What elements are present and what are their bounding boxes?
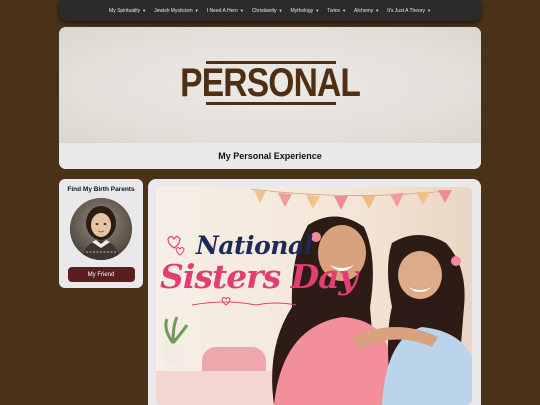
main-card: National Sisters Day (148, 179, 481, 405)
sisters-day-illustration (156, 187, 472, 405)
sidebar-heading: Find My Birth Parents (67, 186, 135, 193)
featured-image[interactable]: National Sisters Day (156, 187, 472, 405)
nav-item-its-just-a-theory[interactable]: It's Just A Theory ▼ (387, 8, 431, 14)
nav-item-alchemy[interactable]: Alchemy ▼ (354, 8, 379, 14)
nav-item-my-spirituality[interactable]: My Spirituality ▼ (109, 8, 146, 14)
sidebar-card: Find My Birth Parents My Friend (59, 179, 143, 288)
avatar-image (70, 198, 132, 260)
chevron-down-icon: ▼ (239, 7, 244, 13)
nav-item-label: Twins (327, 7, 341, 14)
chevron-down-icon: ▼ (427, 7, 431, 13)
avatar[interactable] (70, 198, 132, 260)
chevron-down-icon: ▼ (194, 7, 199, 13)
logo-text: PERSONAL (180, 61, 362, 105)
nav-item-label: Christianity (251, 7, 277, 14)
my-friend-button[interactable]: My Friend (67, 267, 135, 282)
chevron-down-icon: ▼ (142, 7, 147, 13)
top-nav: My Spirituality ▼ Jewish Mysticism ▼ I Nee… (59, 0, 481, 21)
nav-item-christianity[interactable]: Christianity ▼ (252, 8, 283, 14)
chevron-down-icon: ▼ (278, 7, 283, 13)
site-logo[interactable]: PERSONAL (181, 61, 361, 107)
chevron-down-icon: ▼ (375, 7, 380, 13)
nav-item-label: Jewish Mysticism (154, 7, 193, 14)
nav-item-label: It's Just A Theory (387, 7, 426, 14)
nav-item-label: My Spirituality (109, 7, 141, 14)
page-title: My Personal Experience (59, 143, 481, 169)
header-card: PERSONAL My Personal Experience (59, 27, 481, 169)
nav-item-label: Alchemy (354, 7, 374, 14)
chevron-down-icon: ▼ (342, 7, 347, 13)
image-title-line1: National (196, 231, 313, 260)
nav-item-mythology[interactable]: Mythology ▼ (291, 8, 320, 14)
nav-item-jewish-mysticism[interactable]: Jewish Mysticism ▼ (154, 8, 199, 14)
image-title-line2: Sisters Day (160, 257, 358, 296)
chevron-down-icon: ▼ (315, 7, 320, 13)
nav-item-twins[interactable]: Twins ▼ (327, 8, 346, 14)
nav-item-i-need-a-hero[interactable]: I Need A Hero ▼ (207, 8, 244, 14)
nav-item-label: Mythology (290, 7, 314, 14)
nav-item-label: I Need A Hero (206, 7, 238, 14)
header-banner: PERSONAL (59, 27, 481, 143)
